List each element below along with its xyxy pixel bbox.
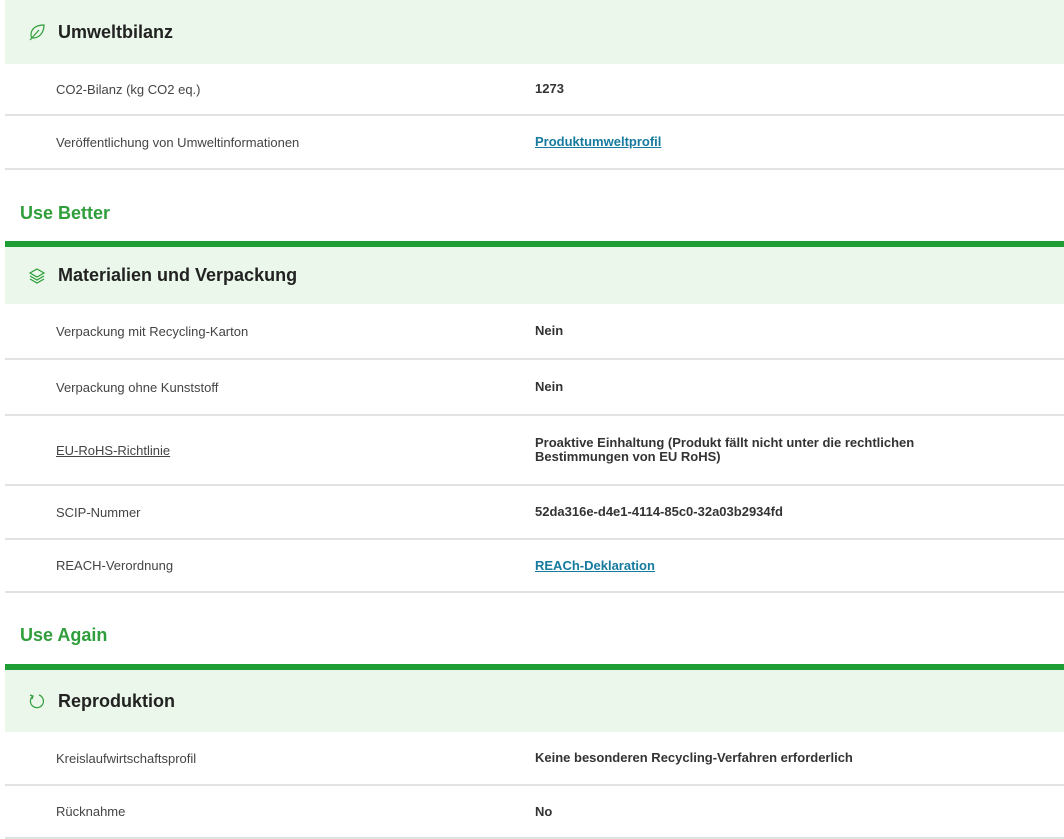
row-label: Verpackung mit Recycling-Karton xyxy=(56,323,249,339)
section-title-umweltbilanz: Umweltbilanz xyxy=(58,21,174,42)
leaf-icon xyxy=(28,23,46,41)
refresh-icon xyxy=(28,692,46,710)
layers-icon xyxy=(28,267,46,285)
section-header-materialien: Materialien und Verpackung xyxy=(5,247,1064,304)
produktumweltprofil-link[interactable]: Produktumweltprofil xyxy=(535,135,935,149)
category-heading-use-better: Use Better xyxy=(20,203,111,223)
eu-rohs-link[interactable]: EU-RoHS-Richtlinie xyxy=(56,443,170,458)
row-label: Rücknahme xyxy=(56,804,126,819)
table-row: Kreislaufwirtschaftsprofil Keine besonde… xyxy=(5,732,1064,786)
category-heading-use-again: Use Again xyxy=(20,625,108,645)
table-row: EU-RoHS-Richtlinie Proaktive Einhaltung … xyxy=(5,416,1064,486)
table-row: CO2-Bilanz (kg CO2 eq.) 1273 xyxy=(5,64,1064,116)
row-value: No xyxy=(535,803,553,819)
section-title-materialien: Materialien und Verpackung xyxy=(58,265,298,285)
reach-deklaration-link[interactable]: REACh-Deklaration xyxy=(535,558,935,573)
row-label: CO2-Bilanz (kg CO2 eq.) xyxy=(56,81,201,97)
row-value: Nein xyxy=(535,379,564,394)
row-label: Veröffentlichung von Umweltinformationen xyxy=(56,134,300,150)
row-value: Proaktive Einhaltung (Produkt fällt nich… xyxy=(535,435,915,464)
table-row: REACH-Verordnung REACh-Deklaration xyxy=(5,540,1064,593)
section-title-reproduktion: Reproduktion xyxy=(58,690,175,711)
row-label: REACH-Verordnung xyxy=(56,558,174,573)
table-row: SCIP-Nummer 52da316e-d4e1-4114-85c0-32a0… xyxy=(5,486,1064,540)
table-row: Verpackung ohne Kunststoff Nein xyxy=(5,360,1064,416)
row-value: Nein xyxy=(535,323,564,338)
table-row: Rücknahme No xyxy=(5,786,1064,839)
row-label: SCIP-Nummer xyxy=(56,504,141,520)
row-label: Verpackung ohne Kunststoff xyxy=(56,379,219,395)
row-value: 52da316e-d4e1-4114-85c0-32a03b2934fd xyxy=(535,504,783,519)
section-header-reproduktion: Reproduktion xyxy=(5,670,1064,732)
table-row: Verpackung mit Recycling-Karton Nein xyxy=(5,304,1064,360)
table-row: Veröffentlichung von Umweltinformationen… xyxy=(5,116,1064,170)
row-value: 1273 xyxy=(535,81,564,96)
row-value: Keine besonderen Recycling-Verfahren erf… xyxy=(535,750,853,765)
section-header-umweltbilanz: Umweltbilanz xyxy=(5,0,1064,64)
row-label: Kreislaufwirtschaftsprofil xyxy=(56,750,197,766)
